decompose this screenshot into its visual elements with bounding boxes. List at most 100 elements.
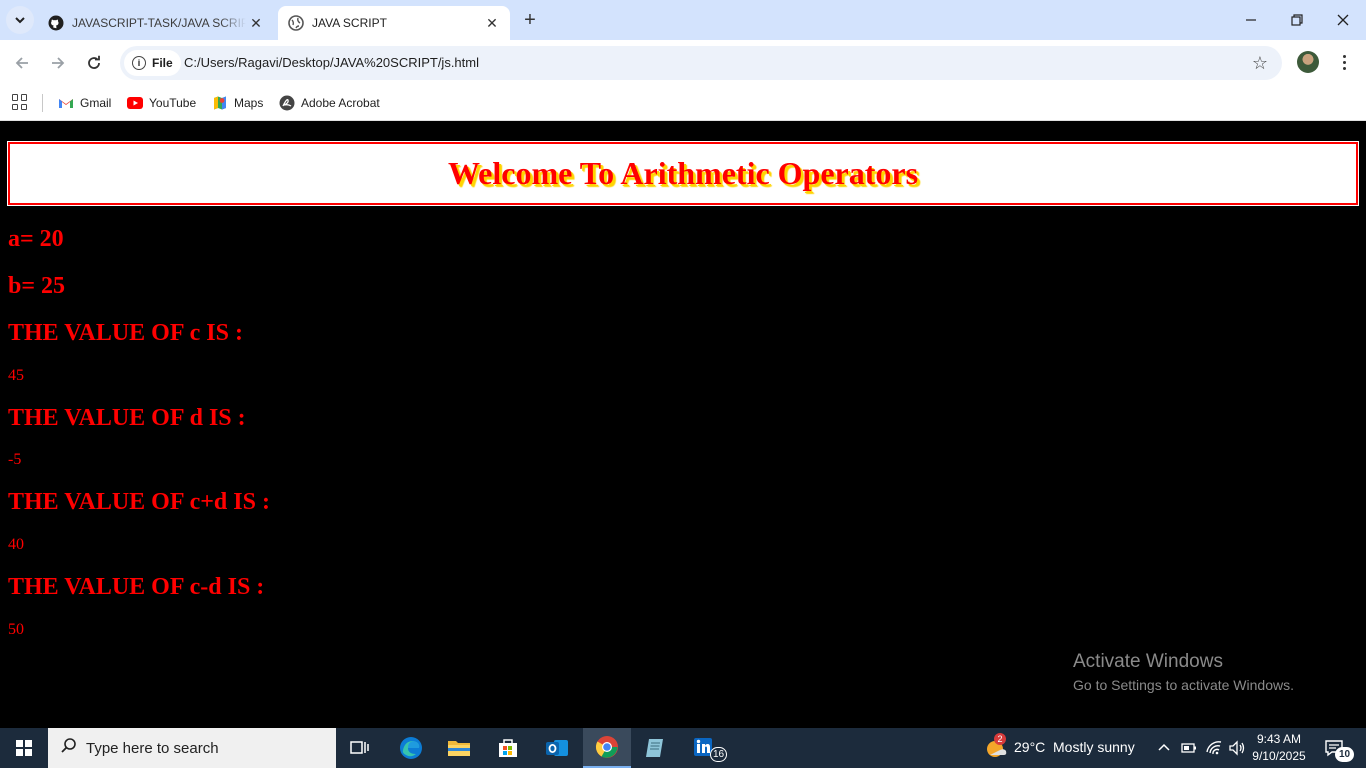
tab-title: JAVASCRIPT-TASK/JAVA SCRIPT bbox=[72, 16, 246, 30]
weather-widget[interactable]: 2 29°C Mostly sunny bbox=[982, 733, 1142, 760]
tab-strip: JAVASCRIPT-TASK/JAVA SCRIPT ✕ JAVA SCRIP… bbox=[0, 0, 1366, 40]
folder-icon bbox=[448, 741, 470, 756]
outlook-icon bbox=[546, 740, 568, 756]
gmail-icon bbox=[58, 95, 74, 111]
file-explorer-app[interactable] bbox=[435, 728, 483, 768]
acrobat-icon bbox=[279, 95, 295, 111]
windows-taskbar: Type here to search 16 2 29°C Mostly sun… bbox=[0, 728, 1366, 768]
apps-grid-icon[interactable] bbox=[12, 94, 28, 110]
tab-java-script[interactable]: JAVA SCRIPT ✕ bbox=[278, 6, 510, 40]
restore-icon bbox=[1291, 14, 1303, 26]
bookmark-adobe-acrobat[interactable]: Adobe Acrobat bbox=[279, 93, 380, 113]
search-icon bbox=[60, 737, 78, 760]
reload-button[interactable] bbox=[80, 49, 108, 77]
taskbar-search-box[interactable]: Type here to search bbox=[48, 728, 336, 768]
linkedin-badge: 16 bbox=[710, 747, 727, 762]
store-icon bbox=[499, 739, 517, 757]
close-icon bbox=[1337, 14, 1349, 26]
value-d: -5 bbox=[8, 451, 22, 468]
page-heading: Welcome To Arithmetic Operators bbox=[447, 155, 919, 191]
show-hidden-icons-button[interactable] bbox=[1156, 738, 1172, 758]
notification-center-button[interactable]: 10 bbox=[1322, 736, 1354, 762]
site-info-chip[interactable]: i File bbox=[124, 50, 181, 76]
globe-icon bbox=[288, 15, 304, 31]
forward-button[interactable] bbox=[44, 49, 72, 77]
value-c: 45 bbox=[8, 367, 24, 384]
profile-avatar[interactable] bbox=[1297, 51, 1319, 73]
bookmark-label: Gmail bbox=[80, 96, 112, 110]
task-view-button[interactable] bbox=[336, 728, 384, 768]
activate-windows-watermark: Activate Windows Go to Settings to activ… bbox=[1073, 651, 1294, 693]
start-button[interactable] bbox=[0, 728, 48, 768]
new-tab-button[interactable]: + bbox=[518, 8, 542, 32]
bookmark-label: Adobe Acrobat bbox=[301, 96, 380, 110]
bookmark-maps[interactable]: Maps bbox=[212, 93, 263, 113]
weather-description: Mostly sunny bbox=[1053, 739, 1135, 755]
notification-count: 10 bbox=[1335, 747, 1354, 762]
tab-title: JAVA SCRIPT bbox=[312, 16, 387, 30]
bookmark-gmail[interactable]: Gmail bbox=[58, 93, 111, 113]
tab-javascript-task[interactable]: JAVASCRIPT-TASK/JAVA SCRIPT ✕ bbox=[38, 6, 274, 40]
info-icon: i bbox=[132, 56, 146, 70]
weather-badge: 2 bbox=[994, 733, 1006, 745]
battery-icon[interactable] bbox=[1180, 738, 1198, 763]
task-view-icon bbox=[350, 741, 369, 754]
linkedin-app[interactable]: 16 bbox=[681, 728, 729, 768]
bookmark-star-icon[interactable]: ☆ bbox=[1252, 53, 1268, 74]
close-tab-icon[interactable]: ✕ bbox=[246, 13, 266, 33]
tab-search-button[interactable] bbox=[6, 6, 34, 34]
watermark-title: Activate Windows bbox=[1073, 651, 1223, 672]
youtube-icon bbox=[127, 95, 143, 111]
microsoft-store-app[interactable] bbox=[484, 728, 532, 768]
browser-menu-icon[interactable] bbox=[1334, 50, 1354, 74]
edge-app[interactable] bbox=[387, 728, 435, 768]
bookmark-label: Maps bbox=[234, 96, 264, 110]
chrome-app[interactable] bbox=[583, 728, 631, 768]
variable-b-line: b= 25 bbox=[8, 273, 66, 299]
restore-button[interactable] bbox=[1274, 0, 1320, 40]
watermark-subtitle: Go to Settings to activate Windows. bbox=[1073, 677, 1294, 693]
arrow-right-icon bbox=[52, 57, 65, 69]
page-content: Welcome To Arithmetic Operators a= 20 b=… bbox=[0, 121, 1366, 728]
browser-toolbar: i File C:/Users/Ragavi/Desktop/JAVA%20SC… bbox=[0, 40, 1366, 86]
weather-temperature: 29°C bbox=[1014, 739, 1046, 755]
arrow-left-icon bbox=[15, 57, 28, 69]
value-c-plus-d-label: THE VALUE OF c+d IS : bbox=[8, 489, 270, 515]
maps-icon bbox=[212, 95, 228, 111]
chevron-up-icon bbox=[1158, 743, 1170, 751]
close-window-button[interactable] bbox=[1320, 0, 1366, 40]
back-button[interactable] bbox=[8, 49, 36, 77]
chrome-icon bbox=[595, 736, 618, 758]
address-bar[interactable]: i File C:/Users/Ragavi/Desktop/JAVA%20SC… bbox=[120, 46, 1282, 80]
notepad-icon bbox=[646, 739, 663, 757]
edge-icon bbox=[400, 737, 422, 759]
clock-date: 9/10/2025 bbox=[1252, 749, 1306, 763]
variable-a-line: a= 20 bbox=[8, 226, 64, 252]
value-c-label: THE VALUE OF c IS : bbox=[8, 320, 243, 346]
bookmark-youtube[interactable]: YouTube bbox=[127, 93, 196, 113]
scheme-label: File bbox=[152, 56, 173, 70]
value-c-plus-d: 40 bbox=[8, 536, 24, 553]
bookmarks-divider bbox=[42, 94, 43, 112]
bookmark-label: YouTube bbox=[149, 96, 197, 110]
taskbar-clock[interactable]: 9:43 AM 9/10/2025 bbox=[1248, 731, 1310, 765]
minimize-icon bbox=[1246, 19, 1256, 21]
github-icon bbox=[48, 15, 64, 31]
search-placeholder: Type here to search bbox=[86, 739, 219, 757]
clock-time: 9:43 AM bbox=[1256, 732, 1302, 746]
value-d-label: THE VALUE OF d IS : bbox=[8, 405, 246, 431]
volume-icon[interactable] bbox=[1228, 738, 1246, 763]
minimize-button[interactable] bbox=[1228, 0, 1274, 40]
value-c-minus-d-label: THE VALUE OF c-d IS : bbox=[8, 574, 265, 600]
reload-icon bbox=[88, 55, 100, 69]
close-tab-icon[interactable]: ✕ bbox=[482, 13, 502, 33]
network-icon[interactable] bbox=[1205, 738, 1223, 763]
outlook-app[interactable] bbox=[533, 728, 581, 768]
chevron-down-icon bbox=[15, 17, 25, 24]
welcome-banner: Welcome To Arithmetic Operators bbox=[7, 141, 1359, 206]
url-text[interactable]: C:/Users/Ragavi/Desktop/JAVA%20SCRIPT/js… bbox=[184, 55, 479, 70]
value-c-minus-d: 50 bbox=[8, 621, 24, 638]
bookmarks-bar: Gmail YouTube Maps Adobe Acrobat bbox=[0, 86, 1366, 121]
windows-logo-icon bbox=[16, 740, 32, 756]
notepad-app[interactable] bbox=[631, 728, 679, 768]
